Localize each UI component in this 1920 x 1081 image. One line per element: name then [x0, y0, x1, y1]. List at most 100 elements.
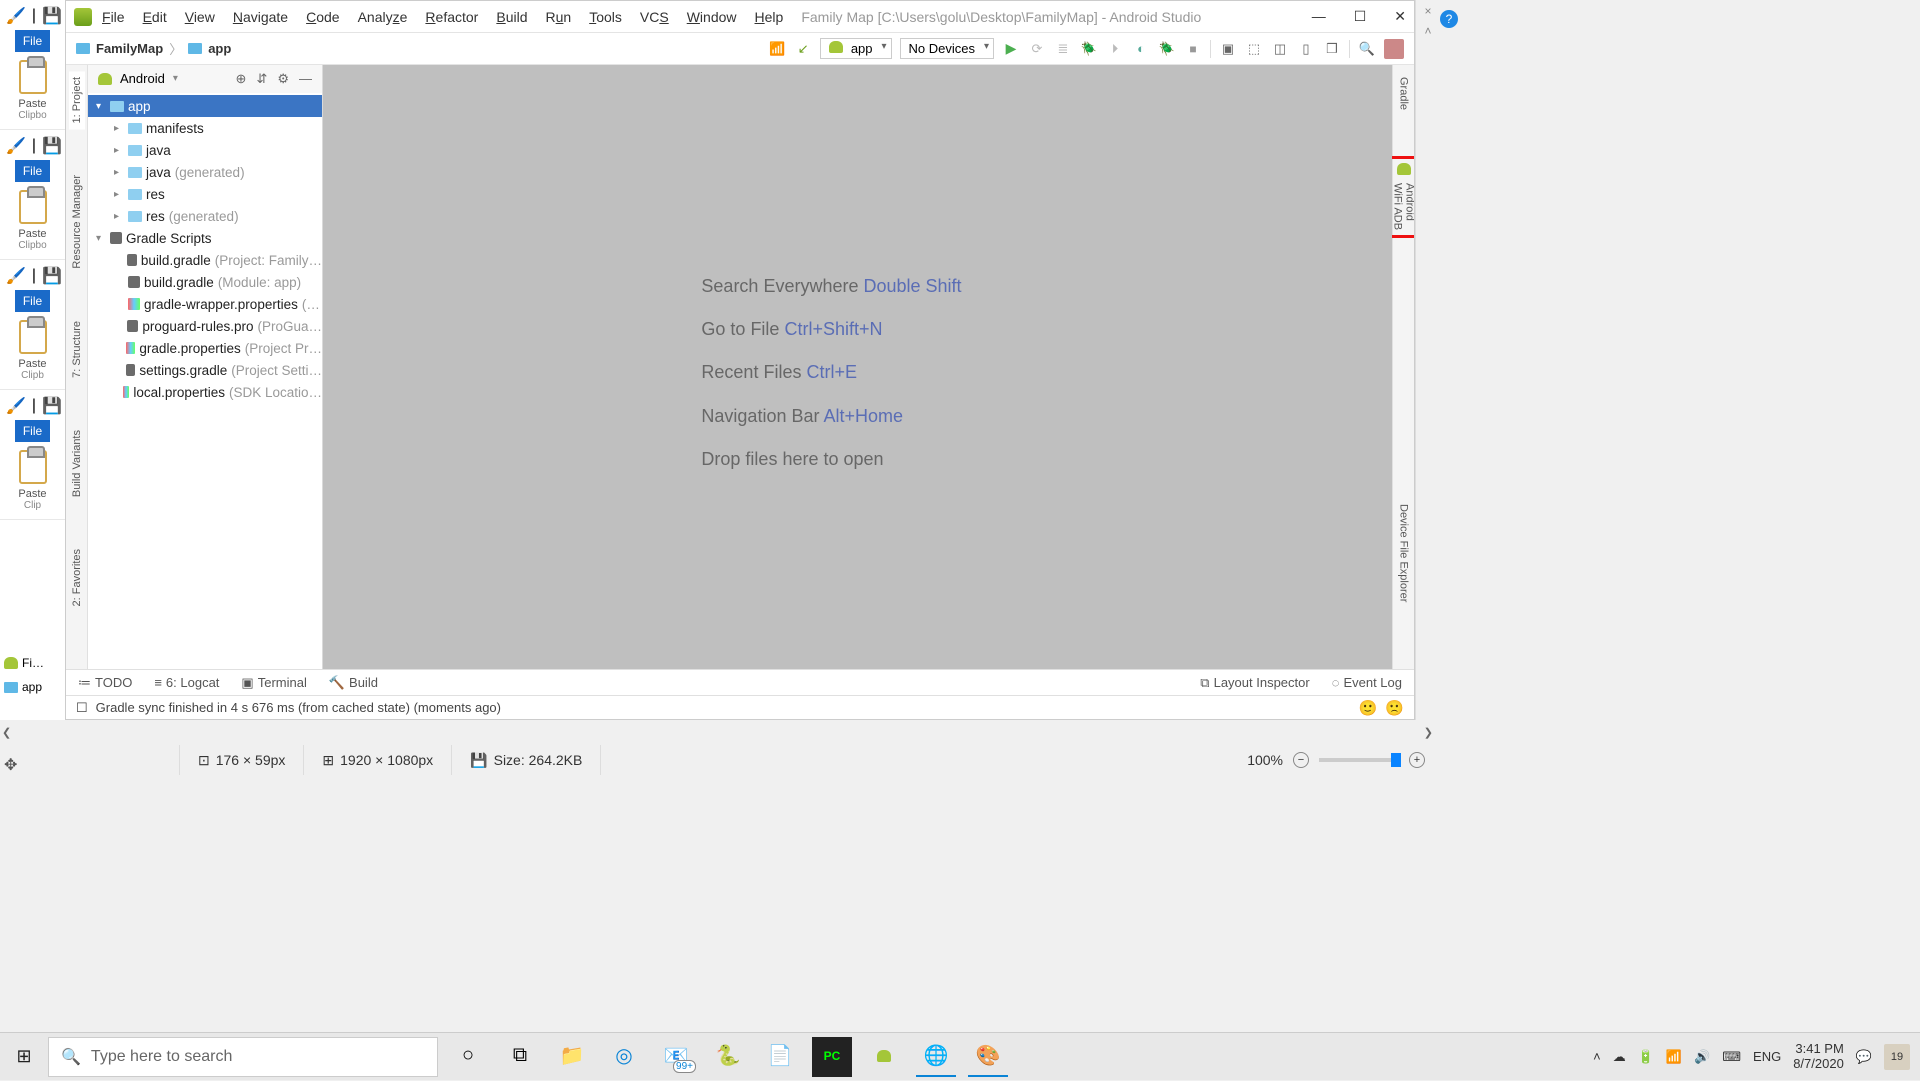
tree-item[interactable]: ▸ java: [88, 139, 322, 161]
hide-panel-icon[interactable]: —: [299, 71, 312, 87]
tray-overflow-icon[interactable]: ˄: [1593, 1049, 1601, 1064]
zoom-in-button[interactable]: +: [1409, 752, 1425, 768]
horizontal-scrollbar[interactable]: ❮ ❯: [0, 722, 1435, 742]
apply-changes-icon[interactable]: ⟳: [1028, 40, 1046, 58]
device-select[interactable]: No Devices: [900, 38, 994, 59]
card-file-tab[interactable]: File: [15, 30, 50, 52]
tool-resource-manager[interactable]: Resource Manager: [69, 169, 85, 275]
device-icon[interactable]: ▯: [1297, 40, 1315, 58]
close-icon[interactable]: ×: [1424, 4, 1431, 18]
debug-icon[interactable]: ≣: [1054, 40, 1072, 58]
tree-item[interactable]: proguard-rules.pro (ProGua…: [88, 315, 322, 337]
wifi-adb-icon[interactable]: 📶: [768, 40, 786, 58]
run-config-select[interactable]: app: [820, 38, 891, 59]
tab-todo[interactable]: ≔ TODO: [78, 675, 132, 691]
tab-logcat[interactable]: ≡ 6: Logcat: [154, 675, 219, 690]
tray-notifications[interactable]: 19: [1884, 1044, 1910, 1070]
menu-view[interactable]: View: [185, 9, 215, 25]
feedback-sad-icon[interactable]: 🙁: [1385, 699, 1404, 717]
resource-manager-icon[interactable]: ❒: [1323, 40, 1341, 58]
select-opened-file-icon[interactable]: ⊕: [236, 71, 247, 87]
tree-item[interactable]: ▾ app: [88, 95, 322, 117]
zoom-out-button[interactable]: −: [1293, 752, 1309, 768]
menu-refactor[interactable]: Refactor: [425, 9, 478, 25]
zoom-slider[interactable]: [1319, 758, 1399, 762]
settings-icon[interactable]: ⚙: [277, 71, 289, 87]
card-file-tab[interactable]: File: [15, 290, 50, 312]
menu-analyze[interactable]: Analyze: [358, 9, 408, 25]
taskbar-search[interactable]: 🔍 Type here to search: [48, 1037, 438, 1077]
task-chrome[interactable]: 🌐: [916, 1037, 956, 1077]
tray-volume-icon[interactable]: 🔊: [1694, 1049, 1710, 1065]
close-button[interactable]: ✕: [1394, 8, 1406, 25]
outer-right-scrollbar[interactable]: × ˄: [1415, 0, 1440, 720]
breadcrumb-root[interactable]: FamilyMap: [96, 41, 163, 56]
profiler-icon[interactable]: ◐: [1132, 40, 1150, 58]
tree-item[interactable]: ▸ manifests: [88, 117, 322, 139]
run-button[interactable]: ▶: [1002, 40, 1020, 58]
tab-layout-inspector[interactable]: ⧉ Layout Inspector: [1200, 675, 1309, 691]
tab-build[interactable]: 🔨 Build: [329, 675, 378, 691]
attach-debugger-icon[interactable]: 🪲: [1158, 40, 1176, 58]
task-taskview[interactable]: ⧉: [500, 1037, 540, 1077]
tray-language[interactable]: ENG: [1753, 1049, 1781, 1064]
status-icon[interactable]: ☐: [76, 700, 88, 716]
expand-chevron-icon[interactable]: ▾: [96, 101, 106, 112]
sdk-manager-icon[interactable]: ⬚: [1245, 40, 1263, 58]
stop-button[interactable]: ■: [1184, 40, 1202, 58]
task-cortana[interactable]: ○: [448, 1037, 488, 1077]
tree-item[interactable]: ▸ res: [88, 183, 322, 205]
scroll-left-icon[interactable]: ❮: [2, 726, 11, 739]
menu-help[interactable]: Help: [755, 9, 784, 25]
menu-run[interactable]: Run: [546, 9, 572, 25]
minimize-button[interactable]: —: [1312, 8, 1326, 25]
tool-favorites[interactable]: 2: Favorites: [69, 543, 85, 612]
tray-clock[interactable]: 3:41 PM 8/7/2020: [1793, 1042, 1844, 1072]
task-python[interactable]: 🐍: [708, 1037, 748, 1077]
tool-build-variants[interactable]: Build Variants: [69, 424, 85, 503]
feedback-happy-icon[interactable]: 🙂: [1359, 699, 1378, 717]
tool-android-wifi-adb[interactable]: Android WiFi ADB: [1390, 177, 1415, 243]
expand-chevron-icon[interactable]: ▸: [114, 167, 124, 178]
task-explorer[interactable]: 📁: [552, 1037, 592, 1077]
search-everywhere-icon[interactable]: 🔍: [1358, 40, 1376, 58]
tree-item[interactable]: ▸ java (generated): [88, 161, 322, 183]
tree-item[interactable]: build.gradle (Module: app): [88, 271, 322, 293]
menu-navigate[interactable]: Navigate: [233, 9, 288, 25]
menu-code[interactable]: Code: [306, 9, 339, 25]
tool-structure[interactable]: 7: Structure: [69, 315, 85, 384]
collapse-all-icon[interactable]: ⇵: [256, 71, 267, 87]
tree-item[interactable]: settings.gradle (Project Setti…: [88, 359, 322, 381]
menu-build[interactable]: Build: [496, 9, 527, 25]
tool-device-file-explorer[interactable]: Device File Explorer: [1396, 498, 1412, 608]
task-paint[interactable]: 🎨: [968, 1037, 1008, 1077]
project-tree[interactable]: ▾ app▸ manifests▸ java▸ java (generated)…: [88, 93, 322, 669]
menu-edit[interactable]: Edit: [143, 9, 167, 25]
debug-button[interactable]: 🪲: [1080, 40, 1098, 58]
help-badge-icon[interactable]: ?: [1440, 10, 1458, 28]
menu-window[interactable]: Window: [687, 9, 737, 25]
tray-onedrive-icon[interactable]: ☁: [1613, 1049, 1626, 1065]
tool-gradle[interactable]: Gradle: [1396, 71, 1412, 116]
editor-empty-area[interactable]: Search Everywhere Double Shift Go to Fil…: [323, 65, 1392, 669]
tab-terminal[interactable]: ▣ Terminal: [241, 675, 306, 691]
card-file-tab[interactable]: File: [15, 420, 50, 442]
expand-chevron-icon[interactable]: ▸: [114, 189, 124, 200]
coverage-icon[interactable]: ⏵: [1106, 40, 1124, 58]
menu-vcs[interactable]: VCS: [640, 9, 669, 25]
tree-item[interactable]: gradle-wrapper.properties (…: [88, 293, 322, 315]
start-button[interactable]: ⊞: [0, 1033, 48, 1081]
tray-keyboard-icon[interactable]: ⌨: [1722, 1049, 1741, 1065]
maximize-button[interactable]: ☐: [1354, 8, 1367, 25]
expand-chevron-icon[interactable]: ▸: [114, 211, 124, 222]
task-pycharm[interactable]: PC: [812, 1037, 852, 1077]
breadcrumb-app[interactable]: app: [208, 41, 231, 56]
sync-icon[interactable]: ↙: [794, 40, 812, 58]
expand-chevron-icon[interactable]: ▸: [114, 145, 124, 156]
tray-comments-icon[interactable]: 💬: [1856, 1049, 1872, 1065]
tree-item[interactable]: gradle.properties (Project Pr…: [88, 337, 322, 359]
tree-item[interactable]: ▸ res (generated): [88, 205, 322, 227]
task-android-studio[interactable]: [864, 1037, 904, 1077]
tree-item[interactable]: ▾ Gradle Scripts: [88, 227, 322, 249]
tree-item[interactable]: local.properties (SDK Locatio…: [88, 381, 322, 403]
